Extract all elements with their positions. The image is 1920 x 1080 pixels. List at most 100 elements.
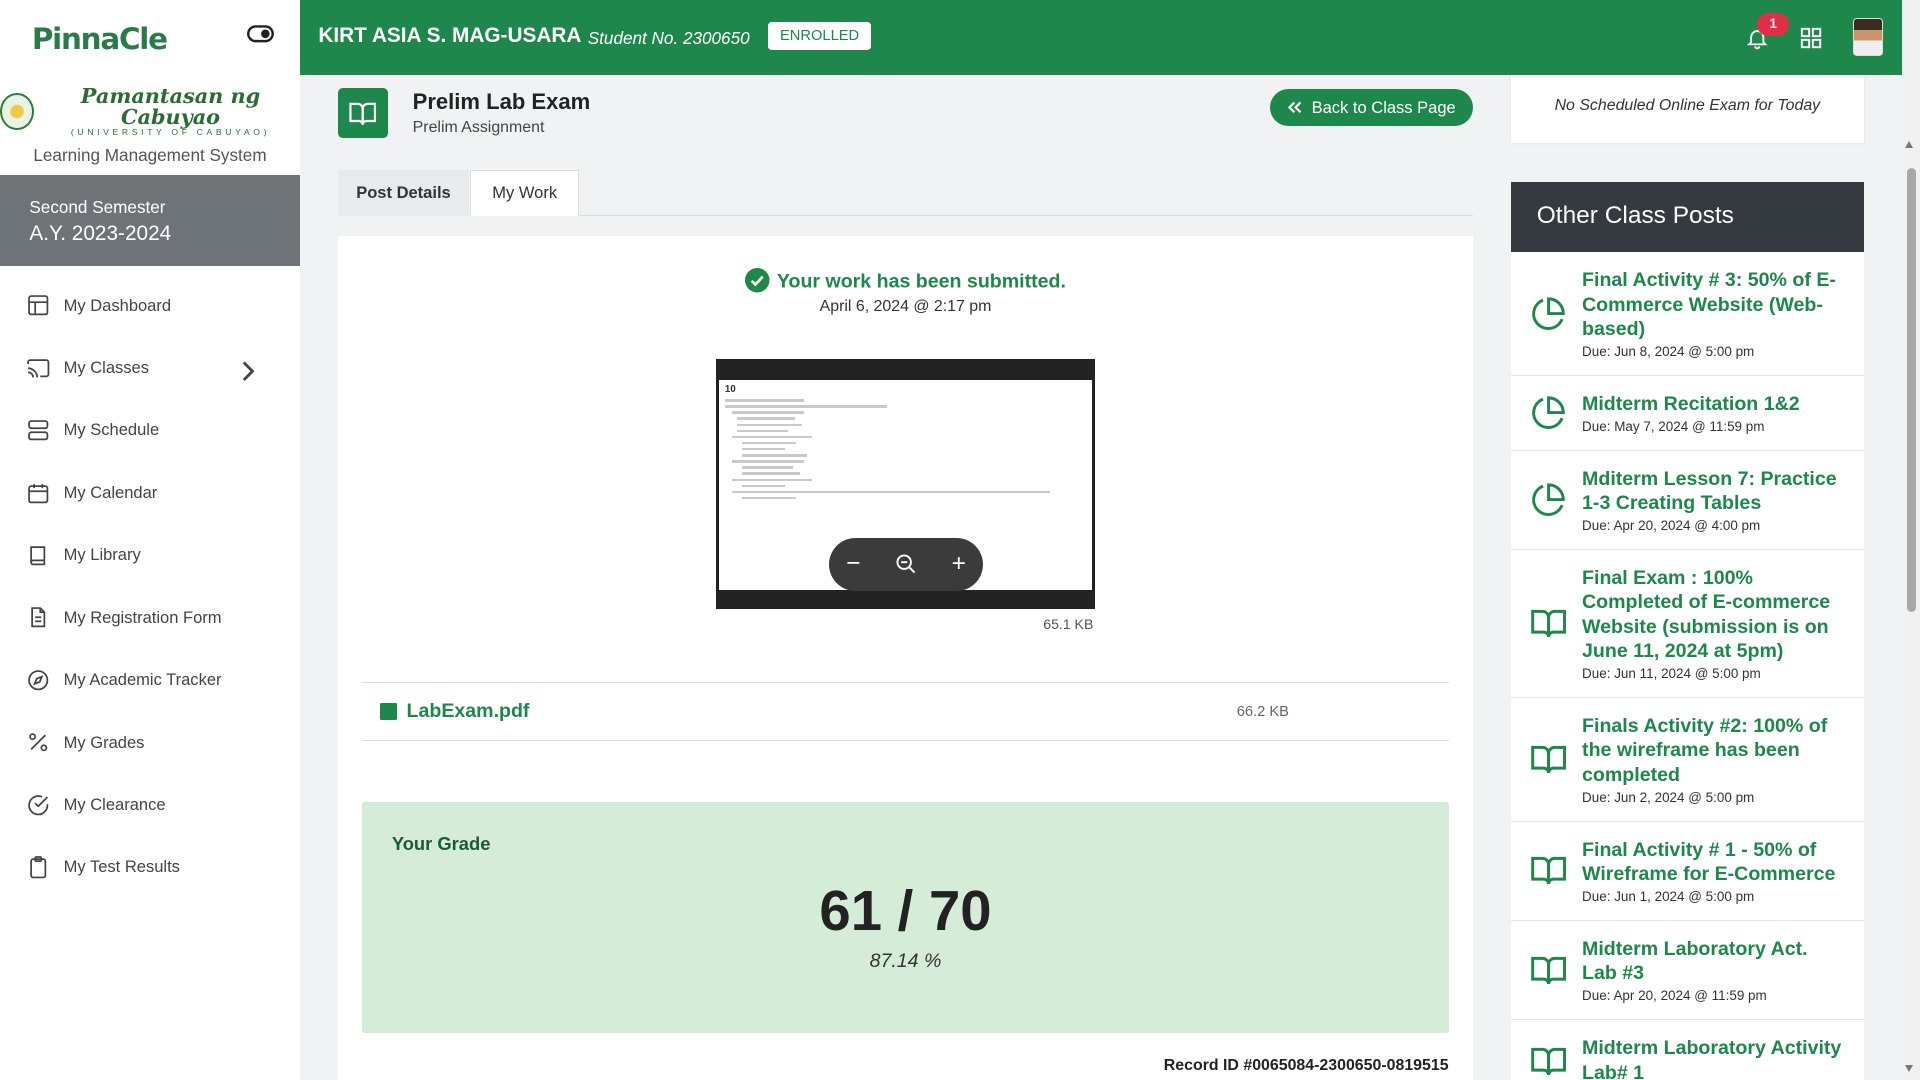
class-post-item[interactable]: Midterm Laboratory Act. Lab #3 Due: Apr 2… <box>1511 921 1864 1021</box>
magnifier-icon[interactable] <box>895 553 917 575</box>
university-branding: Pamantasan ng Cabuyao (UNIVERSITY OF CAB… <box>0 82 300 166</box>
sidebar: PinnaCle Pamantasan ng Cabuyao (UNIVERSI… <box>0 0 300 1080</box>
system-name: Learning Management System <box>33 144 267 165</box>
sidebar-nav: My Dashboard My Classes My Schedule My C… <box>0 274 300 898</box>
grade-percent: 87.14 % <box>869 950 942 973</box>
chevron-right-icon <box>242 361 255 381</box>
book-open-icon <box>1531 956 1567 984</box>
class-post-item[interactable]: Midterm Laboratory Activity Lab# 1 <box>1511 1020 1864 1080</box>
submission-message-text: Your work has been submitted. <box>776 270 1066 293</box>
tab-post-details[interactable]: Post Details <box>337 170 469 216</box>
tab-my-work[interactable]: My Work <box>470 170 580 216</box>
record-id: Record ID #0065084-2300650-0819515 <box>1163 1056 1449 1074</box>
class-post-due: Due: Jun 2, 2024 @ 5:00 pm <box>1582 789 1755 805</box>
dashboard-icon <box>27 295 48 316</box>
nav-item-academic-tracker[interactable]: My Academic Tracker <box>0 649 300 711</box>
theme-toggle-icon[interactable] <box>247 24 275 44</box>
pinnacle-logo[interactable]: PinnaCle <box>32 22 168 56</box>
class-post-item[interactable]: Final Activity # 3: 50% of E-Commerce We… <box>1511 252 1864 376</box>
nav-item-grades[interactable]: My Grades <box>0 711 300 773</box>
class-post-item[interactable]: Midterm Recitation 1&2 Due: May 7, 2024 @… <box>1511 376 1864 451</box>
nav-label: My Schedule <box>63 420 160 440</box>
class-post-due: Due: Jun 8, 2024 @ 5:00 pm <box>1582 344 1755 360</box>
book-icon <box>29 546 45 566</box>
pie-chart-icon <box>1532 297 1566 330</box>
nav-label: My Clearance <box>63 795 166 814</box>
nav-label: My Classes <box>63 357 150 377</box>
back-to-class-label: Back to Class Page <box>1311 97 1456 117</box>
preview-file-size: 65.1 KB <box>1043 615 1094 632</box>
student-name: KIRT ASIA S. MAG-USARA <box>318 24 582 48</box>
class-post-title[interactable]: Final Activity # 1 - 50% of Wireframe fo… <box>1582 838 1846 887</box>
class-post-title[interactable]: Midterm Laboratory Act. Lab #3 <box>1582 937 1846 986</box>
other-class-posts-list: Final Activity # 3: 50% of E-Commerce We… <box>1511 252 1864 1080</box>
user-avatar[interactable] <box>1852 18 1884 57</box>
nav-label: My Calendar <box>63 482 158 502</box>
class-post-title[interactable]: Mditerm Lesson 7: Practice 1-3 Creating … <box>1582 467 1846 516</box>
nav-item-dashboard[interactable]: My Dashboard <box>0 274 300 336</box>
class-post-due: Due: Apr 20, 2024 @ 4:00 pm <box>1582 517 1761 533</box>
my-work-card: Your work has been submitted. April 6, 2… <box>337 236 1474 1080</box>
other-class-posts-panel: Other Class Posts Final Activity # 3: 50… <box>1511 182 1864 1080</box>
cast-icon <box>26 358 50 378</box>
grade-panel: Your Grade 61 / 70 87.14 % <box>362 802 1449 1034</box>
post-icon <box>337 88 389 139</box>
class-post-title[interactable]: Midterm Laboratory Activity Lab# 1 <box>1582 1036 1846 1080</box>
top-bar: KIRT ASIA S. MAG-USARA Student No. 23006… <box>300 0 1902 75</box>
class-post-title[interactable]: Midterm Recitation 1&2 <box>1582 392 1846 416</box>
class-post-due: Due: Jun 1, 2024 @ 5:00 pm <box>1582 889 1755 905</box>
nav-item-schedule[interactable]: My Schedule <box>0 399 300 461</box>
double-chevron-left-icon <box>1288 102 1302 114</box>
server-icon <box>27 420 48 441</box>
class-post-title[interactable]: Final Exam : 100% Completed of E-commerc… <box>1582 566 1846 664</box>
class-post-item[interactable]: Finals Activity #2: 100% of the wirefram… <box>1511 698 1864 822</box>
class-post-title[interactable]: Finals Activity #2: 100% of the wirefram… <box>1582 714 1846 787</box>
back-to-class-button[interactable]: Back to Class Page <box>1269 89 1474 127</box>
scroll-down-arrow-icon[interactable] <box>1905 1065 1914 1072</box>
document-icon <box>30 607 45 628</box>
class-post-due: Due: May 7, 2024 @ 11:59 pm <box>1582 418 1765 434</box>
nav-item-classes[interactable]: My Classes <box>0 337 300 399</box>
post-title: Prelim Lab Exam <box>412 89 591 115</box>
pdf-preview[interactable]: 10 − + <box>716 358 1095 609</box>
attachment-link[interactable]: LabExam.pdf <box>407 700 530 723</box>
zoom-controls: − + <box>828 537 984 592</box>
class-post-title[interactable]: Final Activity # 3: 50% of E-Commerce We… <box>1582 268 1846 341</box>
nav-item-registration[interactable]: My Registration Form <box>0 586 300 648</box>
grade-score: 61 / 70 <box>819 878 992 942</box>
zoom-in-icon[interactable]: + <box>952 551 966 576</box>
book-open-icon <box>1531 1048 1567 1076</box>
university-name: Pamantasan ng Cabuyao <box>80 82 261 129</box>
nav-label: My Test Results <box>63 857 180 877</box>
book-open-icon <box>1531 609 1567 638</box>
scroll-up-arrow-icon[interactable] <box>1905 141 1914 148</box>
post-subtitle: Prelim Assignment <box>412 118 545 136</box>
apps-grid-icon[interactable] <box>1800 27 1822 49</box>
no-exam-notice: No Scheduled Online Exam for Today <box>1511 74 1864 144</box>
notification-count-badge: 1 <box>1757 13 1789 36</box>
check-circle-icon <box>745 268 770 293</box>
nav-item-library[interactable]: My Library <box>0 524 300 586</box>
check-circle-icon <box>27 795 48 816</box>
student-number: Student No. 2300650 <box>587 28 750 49</box>
nav-item-test-results[interactable]: My Test Results <box>0 836 300 898</box>
zoom-out-icon[interactable]: − <box>846 551 860 576</box>
class-post-due: Due: Apr 20, 2024 @ 11:59 pm <box>1582 988 1767 1004</box>
nav-label: My Registration Form <box>63 607 222 627</box>
semester-term: Second Semester <box>29 197 166 218</box>
class-post-due: Due: Jun 11, 2024 @ 5:00 pm <box>1582 666 1761 682</box>
scrollbar-thumb[interactable] <box>1906 167 1917 613</box>
post-tabs: Post Details My Work <box>337 170 1474 216</box>
nav-label: My Academic Tracker <box>63 670 222 690</box>
semester-year: A.Y. 2023-2024 <box>29 221 172 245</box>
book-open-icon <box>1531 857 1567 885</box>
class-post-item[interactable]: Final Exam : 100% Completed of E-commerc… <box>1511 550 1864 699</box>
class-post-item[interactable]: Final Activity # 1 - 50% of Wireframe fo… <box>1511 822 1864 921</box>
nav-label: My Library <box>63 545 141 565</box>
nav-item-clearance[interactable]: My Clearance <box>0 774 300 836</box>
class-post-item[interactable]: Mditerm Lesson 7: Practice 1-3 Creating … <box>1511 451 1864 550</box>
page-scrollbar[interactable] <box>1901 0 1920 1080</box>
nav-item-calendar[interactable]: My Calendar <box>0 462 300 524</box>
university-subtitle: (UNIVERSITY OF CABUYAO) <box>70 127 271 138</box>
compass-icon <box>27 670 48 691</box>
